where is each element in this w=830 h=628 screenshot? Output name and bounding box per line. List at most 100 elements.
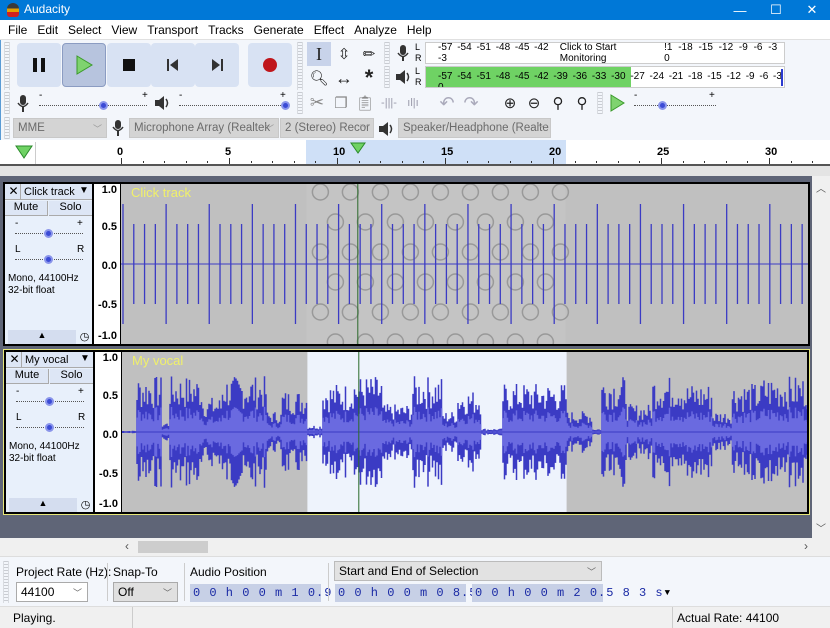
scroll-down-icon[interactable]: ﹀ — [816, 520, 826, 535]
envelope-tool-button[interactable]: ⇳ — [332, 42, 356, 66]
record-volume-slider[interactable] — [39, 105, 147, 106]
ruler-tick — [769, 158, 770, 164]
menu-view[interactable]: View — [106, 23, 142, 37]
redo-button[interactable]: ↷ — [459, 91, 483, 115]
draw-tool-button[interactable]: ✏ — [357, 42, 381, 66]
gain-slider-thumb[interactable] — [45, 397, 54, 406]
fit-project-button[interactable]: ⚲ — [570, 91, 594, 115]
toolbar-grip[interactable] — [4, 117, 10, 139]
menu-edit[interactable]: Edit — [32, 23, 63, 37]
collapse-track-button[interactable]: ▲ — [8, 330, 76, 344]
close-track-button[interactable]: ✕ — [7, 184, 21, 199]
pin-head-button[interactable] — [12, 142, 36, 164]
toolbar-grip[interactable] — [297, 42, 303, 90]
solo-button[interactable]: Solo — [49, 201, 92, 216]
mute-button[interactable]: Mute — [5, 201, 48, 216]
cut-button[interactable]: ✂ — [305, 91, 329, 115]
track-menu-dropdown-icon[interactable]: ▼ — [79, 185, 89, 196]
maximize-button[interactable]: ☐ — [758, 0, 794, 20]
timeline-ruler[interactable]: 0 5 10 15 20 25 30 — [0, 140, 830, 166]
menu-help[interactable]: Help — [402, 23, 437, 37]
scroll-right-icon[interactable]: › — [804, 539, 808, 553]
playback-volume-thumb[interactable] — [281, 101, 290, 110]
menu-analyze[interactable]: Analyze — [349, 23, 402, 37]
vocal-track-waveform[interactable]: My vocal — [122, 352, 807, 512]
copy-button[interactable]: ❐ — [329, 91, 353, 115]
collapse-track-button[interactable]: ▲ — [9, 498, 77, 512]
pause-button[interactable] — [17, 43, 61, 87]
skip-to-start-button[interactable] — [151, 43, 195, 87]
gain-slider-thumb[interactable] — [44, 229, 53, 238]
snap-to-select[interactable]: Off ﹀ — [113, 582, 178, 602]
toolbar-grip[interactable] — [597, 92, 603, 114]
menu-transport[interactable]: Transport — [142, 23, 203, 37]
close-track-button[interactable]: ✕ — [8, 352, 22, 367]
toolbar-grip[interactable] — [4, 42, 10, 90]
track-menu-dropdown-icon[interactable]: ▼ — [80, 353, 90, 364]
track-name-menu[interactable]: My vocal — [25, 354, 68, 366]
selection-start-field[interactable]: 0 0 h 0 0 m 0 8.5 8 3 s▼ — [335, 584, 533, 602]
record-meter-icon[interactable] — [394, 42, 412, 64]
playback-meter-icon[interactable] — [394, 66, 412, 88]
stop-button[interactable] — [107, 43, 151, 87]
horizontal-scroll-thumb[interactable] — [138, 541, 208, 553]
record-volume-thumb[interactable] — [99, 101, 108, 110]
click-track-waveform[interactable]: Click track — [121, 184, 808, 344]
paste-button[interactable]: 📋︎ — [353, 91, 377, 115]
minimize-button[interactable]: — — [722, 0, 758, 20]
trim-button[interactable]: -|||- — [377, 91, 401, 115]
playback-device-select[interactable]: Speaker/Headphone (Realte ﹀ — [398, 118, 551, 138]
menu-effect[interactable]: Effect — [309, 23, 349, 37]
selection-mode-select[interactable]: Start and End of Selection ﹀ — [334, 561, 602, 581]
recording-device-select[interactable]: Microphone Array (Realtek ﹀ — [129, 118, 279, 138]
time-shift-tool-button[interactable]: ↔ — [332, 66, 356, 90]
close-button[interactable]: ✕ — [794, 0, 830, 20]
audio-host-select[interactable]: MME ﹀ — [13, 118, 107, 138]
menu-tracks[interactable]: Tracks — [203, 23, 249, 37]
toolbar-grip[interactable] — [384, 42, 390, 64]
toolbar-grip[interactable] — [3, 561, 9, 603]
play-speed-thumb[interactable] — [658, 101, 667, 110]
toolbar-area: I ⇳ ✏ 🔍︎ ↔ * LR -57 -54 -51 -48 -45 -42 … — [0, 40, 830, 140]
pan-slider-thumb[interactable] — [44, 255, 53, 264]
zoom-out-button[interactable]: ⊖ — [522, 91, 546, 115]
play-at-speed-button[interactable] — [605, 91, 629, 115]
start-monitoring-text[interactable]: Click to Start Monitoring — [560, 42, 662, 64]
undo-button[interactable]: ↶ — [435, 91, 459, 115]
menu-select[interactable]: Select — [63, 23, 106, 37]
recording-channels-select[interactable]: 2 (Stereo) Recor ﹀ — [280, 118, 374, 138]
record-meter[interactable]: -57 -54 -51 -48 -45 -42 -3 Click to Star… — [425, 42, 785, 64]
vertical-scrollbar[interactable]: ︿ ﹀ — [812, 176, 830, 538]
toolbar-grip[interactable] — [297, 92, 303, 114]
zoom-tool-button[interactable]: 🔍︎ — [307, 66, 331, 90]
mute-button[interactable]: Mute — [6, 369, 49, 384]
horizontal-scrollbar[interactable]: ‹ › — [120, 538, 812, 556]
fit-selection-button[interactable]: ⚲ — [546, 91, 570, 115]
toolbar-grip[interactable] — [384, 66, 390, 88]
silence-button[interactable]: ıl|ı — [401, 91, 425, 115]
playback-volume-slider[interactable] — [179, 105, 285, 106]
project-rate-select[interactable]: 44100 ﹀ — [16, 582, 88, 602]
record-button[interactable] — [248, 43, 292, 87]
track-header: ✕ Click track ▼ — [5, 184, 92, 200]
menu-generate[interactable]: Generate — [249, 23, 309, 37]
track-name-menu[interactable]: Click track — [24, 186, 75, 198]
pan-slider-thumb[interactable] — [45, 423, 54, 432]
ruler-selection-region[interactable] — [306, 140, 566, 164]
skip-to-end-button[interactable] — [195, 43, 239, 87]
scroll-up-icon[interactable]: ︿ — [816, 180, 826, 195]
play-button[interactable] — [62, 43, 106, 87]
selection-tool-button[interactable]: I — [307, 42, 331, 66]
toolbar-grip[interactable] — [4, 92, 10, 114]
multi-tool-button[interactable]: * — [357, 65, 381, 90]
playback-position-marker[interactable] — [349, 142, 366, 157]
format-dropdown-icon[interactable]: ▼ — [665, 588, 671, 598]
play-speed-slider[interactable] — [634, 105, 716, 106]
solo-button[interactable]: Solo — [50, 369, 93, 384]
audio-position-field[interactable]: 0 0 h 0 0 m 1 0.9 6 3 s▼ — [190, 584, 388, 602]
playback-meter[interactable]: -57 -54 -51 -48 -45 -42 -39 -36 -33 -30 … — [425, 66, 785, 88]
menu-file[interactable]: File — [3, 23, 32, 37]
scroll-left-icon[interactable]: ‹ — [125, 539, 129, 553]
zoom-in-button[interactable]: ⊕ — [498, 91, 522, 115]
selection-end-field[interactable]: 0 0 h 0 0 m 2 0.5 8 3 s ▼ — [472, 584, 670, 602]
